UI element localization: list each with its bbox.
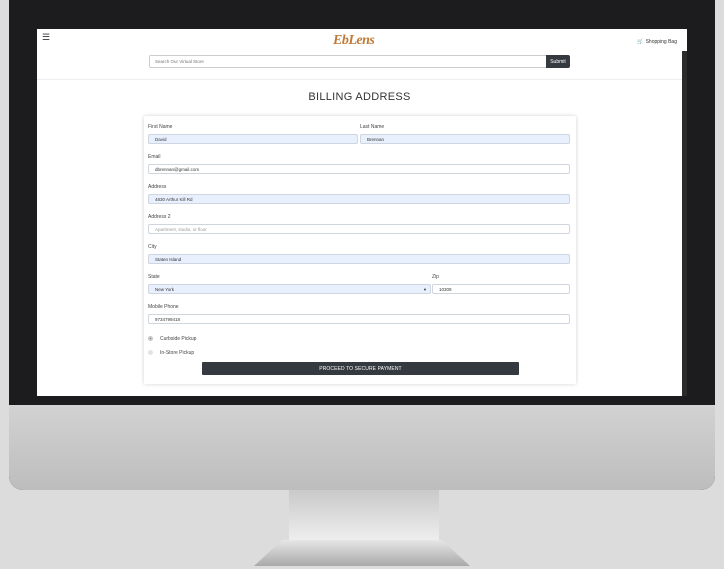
curbside-pickup-label[interactable]: Curbside Pickup: [160, 336, 196, 342]
page-title: BILLING ADDRESS: [308, 91, 411, 103]
proceed-to-payment-button[interactable]: PROCEED TO SECURE PAYMENT: [202, 362, 519, 375]
address2-field[interactable]: Apartment, studio, or floor: [148, 224, 570, 234]
zip-label: Zip: [432, 274, 439, 280]
shopping-cart-icon: 🛒: [637, 39, 644, 45]
address2-label: Address 2: [148, 214, 171, 220]
email-label: Email: [148, 154, 161, 160]
in-store-pickup-label[interactable]: In-Store Pickup: [160, 350, 194, 356]
browser-screen: ☰ EbLens 🛒Shopping Bag Submit BILLING AD…: [37, 29, 687, 396]
shopping-bag-link[interactable]: 🛒 Shopping Bag: [637, 39, 677, 45]
chevron-down-icon: ▼: [423, 287, 427, 292]
curbside-pickup-radio[interactable]: [148, 336, 153, 341]
first-name-label: First Name: [148, 124, 173, 130]
mobile-phone-field[interactable]: 9734799418: [148, 314, 570, 324]
last-name-label: Last Name: [360, 124, 385, 130]
search-bar: Submit: [149, 55, 570, 68]
city-label: City: [148, 244, 157, 250]
search-input[interactable]: [149, 55, 547, 68]
monitor-stand-base: [254, 540, 470, 566]
zip-field[interactable]: 10309: [432, 284, 570, 294]
shopping-bag-label: Shopping Bag: [645, 39, 677, 45]
scrollbar[interactable]: [682, 51, 687, 396]
search-submit-button[interactable]: Submit: [546, 55, 570, 68]
email-field[interactable]: dbrennan@gmail.com: [148, 164, 570, 174]
billing-form-card: First Name David Last Name Brennan Email…: [144, 116, 576, 384]
state-select[interactable]: New York ▼: [148, 284, 431, 294]
city-field[interactable]: Staten Island: [148, 254, 570, 264]
hamburger-icon[interactable]: ☰: [42, 33, 50, 42]
site-logo[interactable]: EbLens: [333, 33, 375, 49]
monitor-chin: [9, 405, 715, 490]
header-divider: [37, 79, 682, 80]
first-name-field[interactable]: David: [148, 134, 358, 144]
address-label: Address: [148, 184, 167, 190]
last-name-field[interactable]: Brennan: [360, 134, 570, 144]
mobile-phone-label: Mobile Phone: [148, 304, 179, 310]
in-store-pickup-radio[interactable]: [148, 350, 153, 355]
monitor-stand-neck: [289, 490, 439, 546]
state-label: State: [148, 274, 160, 280]
address-field[interactable]: 4830 Arthur Kill Rd: [148, 194, 570, 204]
state-select-value: New York: [155, 287, 175, 292]
monitor-mockup: ☰ EbLens 🛒Shopping Bag Submit BILLING AD…: [0, 0, 724, 569]
